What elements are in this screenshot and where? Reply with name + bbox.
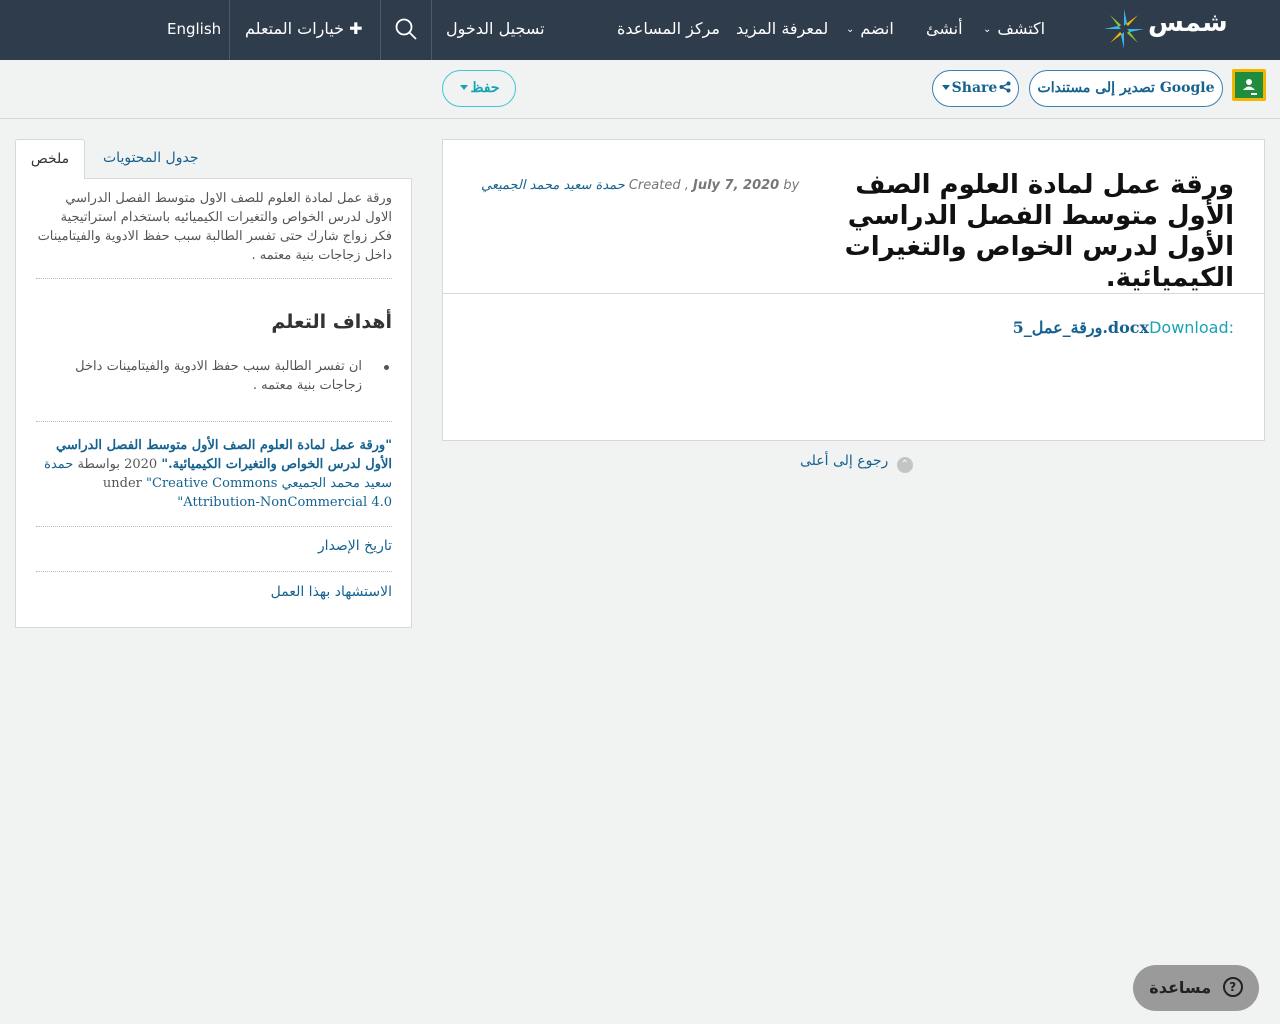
save-button[interactable]: حفظ [442,70,516,107]
back-to-top-label: رجوع إلى أعلى [800,453,889,469]
nav-learn-more-label: لمعرفة المزيد [736,19,829,38]
person-icon [1243,79,1257,95]
divider [36,526,392,527]
learning-objective-item: ان تفسر الطالبة سبب حفظ الادوية والفيتام… [75,359,362,393]
card-divider [443,293,1264,294]
help-button[interactable]: مساعدة ? [1133,965,1259,1011]
sidebar: ملخص جدول المحتويات ورقة عمل لمادة العلو… [15,139,412,628]
chevron-down-icon: ⌄ [846,24,855,35]
nav-sign-in[interactable]: تسجيل الدخول [446,0,545,60]
nav-create-label: أنشئ [926,19,963,38]
citation-year-by: 2020 بواسطة [77,457,158,472]
download-row: ورقة_عمل_5.docxDownload: [1013,318,1234,337]
citation: "ورقة عمل لمادة العلوم الصف الأول متوسط … [36,436,392,512]
export-google-docs-label: تصدير إلى مستندات Google [1037,80,1215,96]
tab-table-of-contents[interactable]: جدول المحتويات [89,139,212,179]
nav-help-center-label: مركز المساعدة [617,19,720,38]
download-file-link[interactable]: ورقة_عمل_5.docx [1013,318,1149,337]
nav-create[interactable]: أنشئ [926,0,963,60]
sun-logo-icon [1104,9,1144,49]
logo-text: شمس [1148,8,1228,38]
search-icon [395,18,417,40]
meta-created: Created , [628,178,689,193]
learner-options-label: خيارات المتعلم [245,19,344,38]
nav-divider [229,0,230,60]
logo[interactable]: شمس [1102,6,1228,54]
caret-down-icon [941,85,950,90]
google-classroom-icon [1235,72,1263,98]
share-label: Share [951,80,998,96]
summary-text: ورقة عمل لمادة العلوم للصف الاول متوسط ا… [37,191,392,263]
plus-icon: ✚ [349,19,363,38]
question-icon: ? [1222,977,1243,997]
share-icon [999,81,1011,93]
chevron-down-icon: ⌄ [983,24,992,35]
resource-card: ورقة عمل لمادة العلوم الصف الأول متوسط ا… [442,139,1265,441]
search-button[interactable] [381,0,431,60]
resource-meta: حمدة سعيد محمد الجميعي Created , July 7,… [481,178,799,193]
back-to-top-link[interactable]: رجوع إلى أعلى ⌃ [800,453,913,473]
nav-explore[interactable]: ⌄ اكتشف [983,0,1045,60]
nav-sign-in-label: تسجيل الدخول [446,19,545,38]
meta-date: July 7, 2020 [692,178,780,193]
author-link[interactable]: حمدة سعيد محمد الجميعي [481,178,625,193]
export-google-docs-button[interactable]: تصدير إلى مستندات Google [1029,70,1223,107]
google-classroom-button[interactable] [1232,69,1266,101]
divider [36,421,392,422]
nav-join-label: انضم [860,19,894,38]
nav-help-center[interactable]: مركز المساعدة [617,0,720,60]
save-label: حفظ [470,80,500,96]
cite-this-work-link[interactable]: الاستشهاد بهذا العمل [271,584,392,600]
divider [36,278,392,279]
nav-explore-label: اكتشف [997,19,1046,38]
tab-summary[interactable]: ملخص [15,139,85,179]
help-label: مساعدة [1149,978,1212,997]
learner-options-menu[interactable]: خيارات المتعلم ✚ [245,0,362,60]
language-label: English [167,20,222,38]
top-nav: شمس ⌄ اكتشف أنشئ ⌄ انضم لمعرفة المزيد مركز… [0,0,1280,60]
nav-divider [380,0,381,60]
share-button[interactable]: Share [932,70,1019,107]
nav-learn-more[interactable]: لمعرفة المزيد [736,0,828,60]
language-switch[interactable]: English [167,0,221,60]
meta-by: by [783,178,800,193]
summary-panel: ورقة عمل لمادة العلوم للصف الاول متوسط ا… [15,178,412,628]
bullet-icon [384,365,389,370]
resource-toolbar: تصدير إلى مستندات Google Share حفظ [0,60,1280,119]
version-history-link[interactable]: تاريخ الإصدار [318,538,392,554]
resource-title: ورقة عمل لمادة العلوم الصف الأول متوسط ا… [844,170,1234,293]
learning-objectives-title: أهداف التعلم [271,311,392,333]
nav-divider [431,0,432,60]
divider [36,571,392,572]
download-label: Download: [1149,318,1234,337]
citation-under: under [102,476,142,491]
nav-join[interactable]: ⌄ انضم [846,0,894,60]
chevron-up-icon: ⌃ [896,457,913,473]
caret-down-icon [460,85,469,90]
